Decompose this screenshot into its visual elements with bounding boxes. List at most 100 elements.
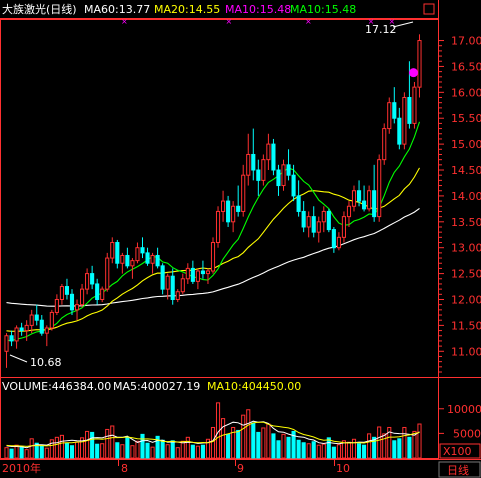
candle-body: [95, 283, 100, 300]
candle-body: [49, 311, 54, 329]
volume-bar: [296, 439, 301, 459]
date-label-oct: 10: [336, 462, 350, 475]
volume-bar: [85, 430, 90, 459]
volume-bar: [180, 440, 185, 459]
date-label-year: 2010年: [2, 461, 41, 475]
candle-body: [85, 273, 90, 290]
volume-bar: [246, 409, 251, 459]
volume-bar: [9, 448, 14, 459]
price-axis-label: 11.00: [451, 345, 481, 358]
candle-body: [372, 190, 377, 218]
candle-body: [29, 314, 34, 326]
candle-body: [316, 221, 321, 233]
volume-bar: [130, 445, 135, 459]
candle-body: [175, 291, 180, 300]
price-axis-label: 15.00: [451, 138, 481, 151]
date-label-sep: 9: [237, 462, 244, 475]
volume-bar: [236, 429, 241, 459]
price-axis-label: 16.50: [451, 60, 481, 73]
price-axis-label: 12.50: [451, 268, 481, 281]
candle-body: [24, 324, 29, 332]
volume-bar: [351, 438, 357, 459]
volume-bar: [326, 437, 331, 459]
volume-bar: [311, 441, 316, 459]
candle-body: [341, 216, 347, 238]
price-axis-label: 14.00: [451, 190, 481, 203]
volume-bar: [165, 444, 170, 459]
candle-body: [362, 200, 367, 210]
candle-body: [296, 195, 301, 212]
volume-bar: [59, 434, 64, 459]
candle-body: [195, 270, 200, 282]
volume-bar: [407, 436, 412, 459]
date-label-aug: 8: [121, 462, 128, 475]
volume-bar: [356, 443, 362, 459]
candle-body: [180, 278, 185, 293]
candle-body: [9, 335, 14, 342]
candle-body: [69, 293, 75, 311]
volume-bar: [377, 426, 382, 459]
volume-bar: [39, 445, 44, 459]
price-axis-label: 13.50: [451, 216, 481, 229]
candle-body: [271, 143, 276, 171]
candle-body: [226, 200, 231, 223]
price-axis-label: 14.50: [451, 164, 481, 177]
candle-body: [261, 159, 266, 181]
candle-body: [200, 270, 205, 275]
signal-marker: ×: [226, 17, 233, 26]
volume-bar: [397, 438, 402, 459]
candle-body: [170, 275, 175, 300]
candle-body: [256, 169, 261, 181]
candle-body: [276, 169, 281, 187]
candle-body: [367, 190, 372, 210]
ma10-line: [6, 121, 421, 341]
candle-body: [266, 143, 271, 161]
candle-body: [281, 164, 286, 187]
candle-body: [356, 190, 362, 202]
volume-bar: [160, 439, 165, 459]
candle-body: [150, 254, 155, 264]
candle-body: [34, 314, 39, 321]
candle-body: [39, 319, 44, 334]
volume-bar: [90, 431, 95, 459]
candle-body: [145, 252, 150, 264]
candle-body: [165, 275, 170, 290]
ma60-label: MA60:13.77: [84, 3, 150, 16]
candle-body: [4, 335, 9, 352]
volume-bar: [105, 428, 110, 459]
candle-body: [412, 86, 417, 124]
price-axis-label: 13.00: [451, 242, 481, 255]
candle-body: [251, 153, 256, 171]
window-toggle-button[interactable]: [423, 3, 435, 15]
volume-bar: [110, 425, 115, 459]
volume-bar: [115, 442, 120, 459]
volume-bar: [362, 444, 367, 459]
candle-body: [185, 267, 190, 280]
volume-bar: [276, 440, 281, 459]
volume-bar: [64, 442, 70, 459]
volume-bar: [95, 443, 100, 459]
signal-marker: ×: [121, 17, 128, 26]
candle-body: [54, 298, 59, 313]
candle-body: [125, 254, 130, 267]
ma10-green-label: MA10:15.48: [290, 3, 356, 16]
peak-marker-dot: [408, 68, 418, 78]
volume-unit-label: X100: [443, 445, 472, 458]
candle-body: [44, 327, 49, 334]
candle-body: [130, 260, 135, 267]
volume-bar: [210, 426, 216, 459]
volume-bar: [321, 443, 326, 459]
volume-bar: [331, 446, 336, 459]
candle-body: [382, 128, 387, 161]
candle-body: [105, 257, 110, 290]
volume-bar: [261, 427, 266, 459]
volume-bar: [29, 438, 34, 459]
candle-body: [135, 247, 140, 262]
volume-bar: [69, 445, 75, 459]
candle-body: [120, 254, 125, 264]
volume-bar: [346, 441, 352, 459]
volume-bar: [392, 440, 397, 459]
volume-bar: [145, 442, 150, 459]
ma10-pink-label: MA10:15.48: [225, 3, 291, 16]
candle-body: [402, 97, 407, 145]
